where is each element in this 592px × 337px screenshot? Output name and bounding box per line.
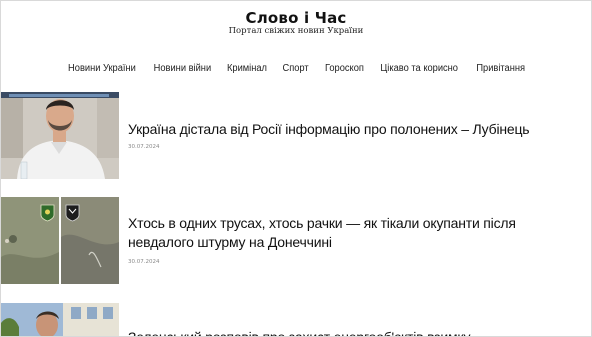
article-thumbnail[interactable] xyxy=(1,92,119,179)
article-thumbnail[interactable] xyxy=(1,303,119,336)
page-frame: Слово і Час Портал свіжих новин України … xyxy=(0,0,592,337)
nav-item-interesting[interactable]: Цікаво та корисно xyxy=(375,63,465,74)
battlefield-drone-photo-icon xyxy=(1,197,119,284)
article-title-link[interactable]: Хтось в одних трусах, хтось рачки — як т… xyxy=(128,214,580,252)
article-date: 30.07.2024 xyxy=(128,259,160,265)
site-tagline: Портал свіжих новин України xyxy=(228,26,364,36)
article-title-link[interactable]: Україна дістала від Росії інформацію про… xyxy=(128,120,580,139)
nav-item-greetings[interactable]: Привітання xyxy=(470,63,531,74)
nav-item-horoscope[interactable]: Гороскоп xyxy=(318,63,369,74)
nav-item-ukraine-news[interactable]: Новини України xyxy=(62,63,142,74)
nav-item-sport[interactable]: Спорт xyxy=(277,63,315,74)
nav-item-war-news[interactable]: Новини війни xyxy=(147,63,217,74)
article-thumbnail[interactable] xyxy=(1,197,119,284)
portrait-photo-icon xyxy=(1,303,119,336)
nav-item-crime[interactable]: Кримінал xyxy=(221,63,273,74)
article-title-link[interactable]: Зеленський розповів про захист енергооб'… xyxy=(128,328,580,336)
portrait-photo-icon xyxy=(1,92,119,179)
main-nav: Новини України Новини війни Кримінал Спо… xyxy=(1,63,591,74)
article-date: 30.07.2024 xyxy=(128,144,160,150)
site-title[interactable]: Слово і Час xyxy=(1,9,591,27)
